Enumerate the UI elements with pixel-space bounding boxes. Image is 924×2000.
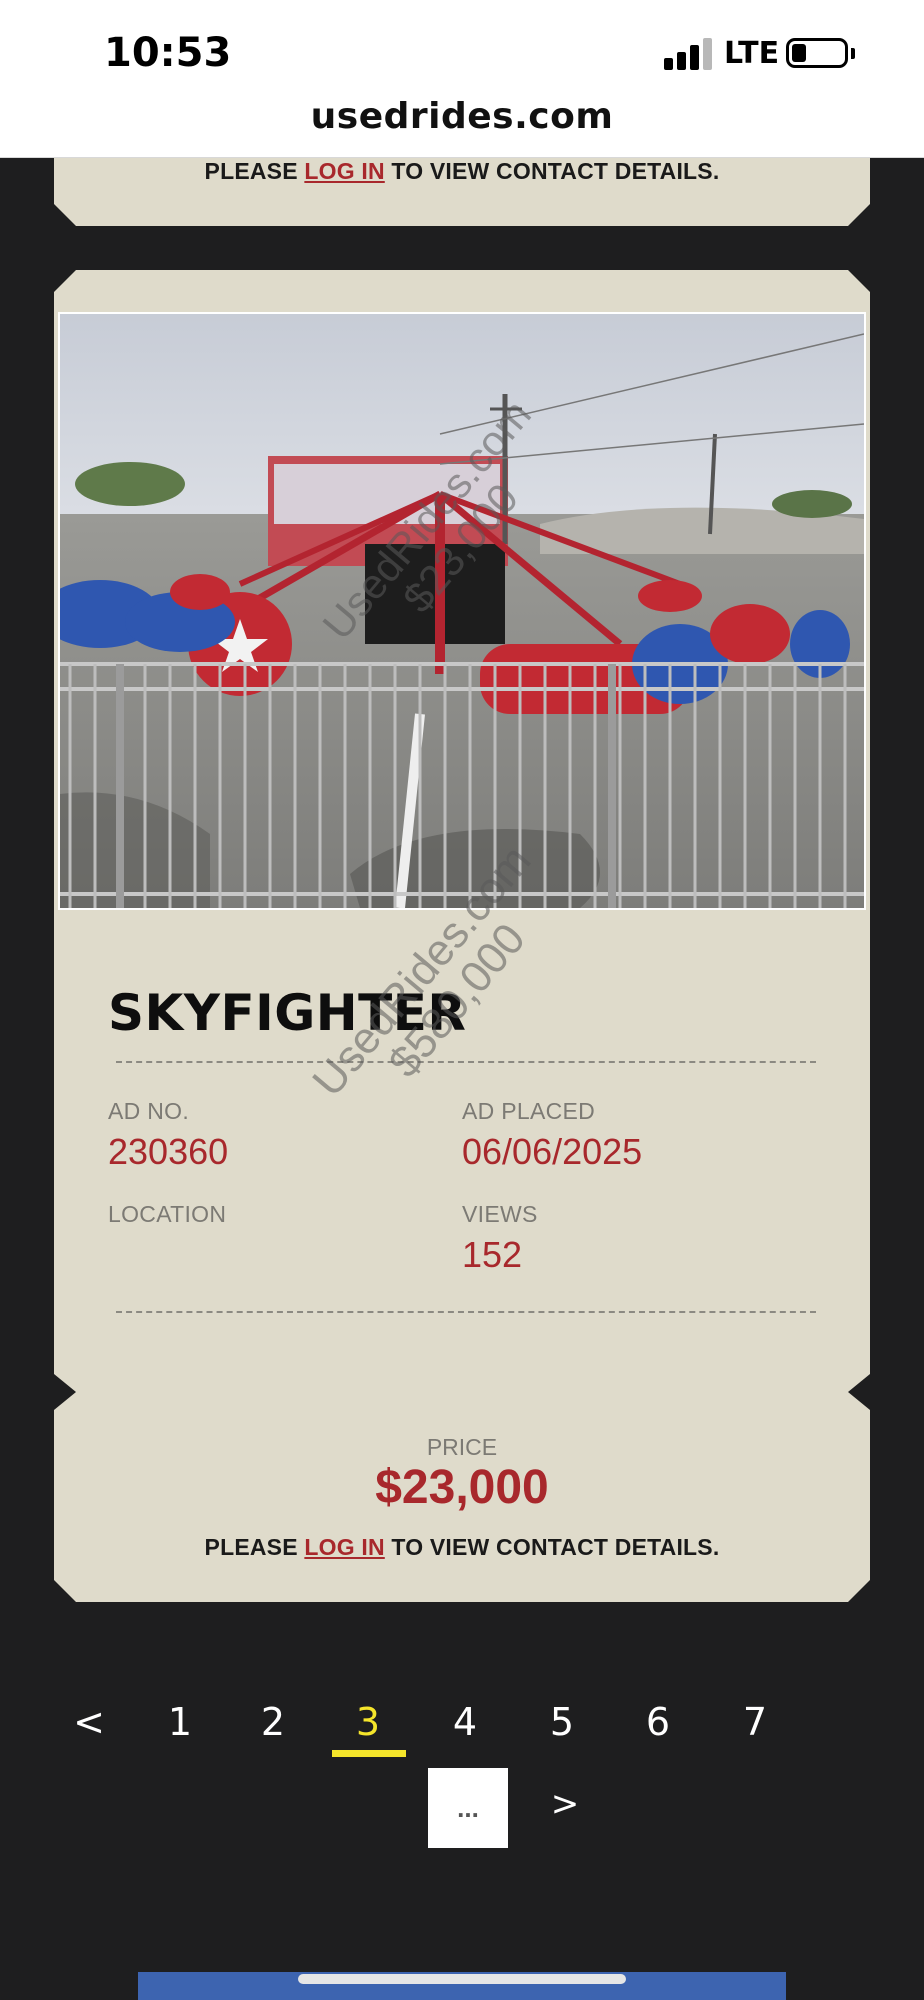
address-bar[interactable]: usedrides.com (0, 96, 924, 137)
ad-number-value: 230360 (108, 1131, 229, 1172)
contact-prefix: PLEASE (204, 1534, 305, 1560)
page-button-4[interactable]: 4 (430, 1700, 500, 1744)
browser-top-bar: 10:53 LTE usedrides.com (0, 0, 924, 158)
contact-suffix: TO VIEW CONTACT DETAILS. (384, 1534, 720, 1560)
card-corner (54, 270, 76, 292)
login-link[interactable]: LOG IN (304, 1534, 384, 1560)
price-value: $23,000 (375, 1461, 549, 1514)
divider (116, 1311, 816, 1313)
contact-suffix: TO VIEW CONTACT DETAILS. (384, 158, 720, 184)
views-label: VIEWS (462, 1201, 538, 1227)
contact-notice-previous: PLEASE LOG IN TO VIEW CONTACT DETAILS. (0, 158, 924, 185)
card-corner (848, 270, 870, 292)
ad-number-label: AD NO. (108, 1098, 190, 1124)
more-pages-button[interactable]: ... (428, 1768, 508, 1848)
status-time: 10:53 (104, 30, 232, 76)
next-page-button[interactable]: > (530, 1784, 600, 1824)
login-link[interactable]: LOG IN (304, 158, 384, 184)
contact-notice: PLEASE LOG IN TO VIEW CONTACT DETAILS. (0, 1534, 924, 1561)
page-button-6[interactable]: 6 (623, 1700, 693, 1744)
divider (116, 1061, 816, 1063)
page-button-5[interactable]: 5 (527, 1700, 597, 1744)
battery-tip-icon (851, 48, 855, 59)
listing-photo[interactable] (58, 312, 866, 910)
current-page-indicator (332, 1750, 406, 1757)
views-value: 152 (462, 1234, 523, 1275)
home-indicator (298, 1974, 626, 1984)
price-label: PRICE (426, 1434, 498, 1460)
page-button-2[interactable]: 2 (238, 1700, 308, 1744)
contact-prefix: PLEASE (204, 158, 305, 184)
ad-placed-value: 06/06/2025 (462, 1131, 643, 1172)
battery-icon (786, 38, 848, 68)
page-button-7[interactable]: 7 (720, 1700, 790, 1744)
ride-photo-image (60, 314, 864, 908)
network-label: LTE (724, 36, 780, 71)
page-button-3-current[interactable]: 3 (333, 1700, 403, 1744)
prev-page-button[interactable]: < (54, 1700, 124, 1744)
page-button-1[interactable]: 1 (145, 1700, 215, 1744)
pagination: < 1 2 3 4 5 6 7 (0, 1700, 924, 1760)
listing-title[interactable]: SKYFIGHTER (108, 984, 466, 1042)
ad-placed-label: AD PLACED (462, 1098, 596, 1124)
signal-icon (664, 38, 714, 70)
location-label: LOCATION (108, 1201, 227, 1227)
